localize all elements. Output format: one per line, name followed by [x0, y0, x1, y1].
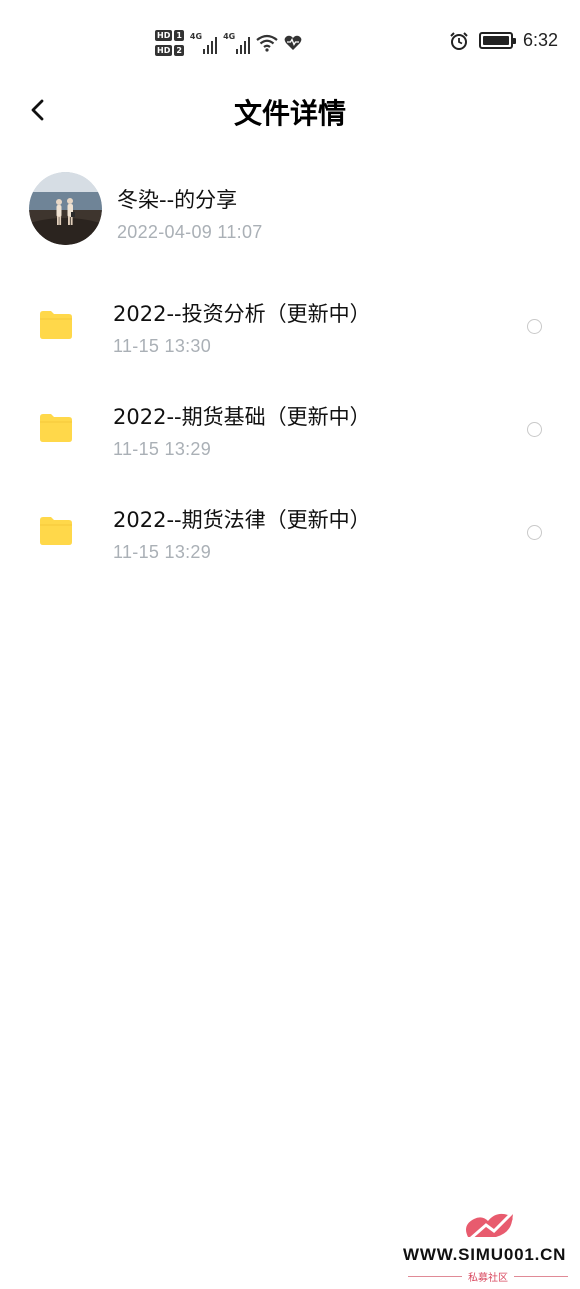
list-item[interactable]: 2022--投资分析（更新中） 11-15 13:30	[0, 280, 580, 383]
network-type-label: 4G	[189, 32, 203, 41]
alarm-icon	[450, 31, 468, 50]
file-name: 2022--期货基础（更新中）	[113, 405, 371, 429]
status-right: 6:32	[449, 30, 558, 51]
wifi-icon	[256, 34, 278, 52]
page-title: 文件详情	[233, 97, 346, 130]
file-name: 2022--投资分析（更新中）	[113, 302, 371, 326]
battery-icon	[478, 32, 516, 49]
file-list: 2022--投资分析（更新中） 11-15 13:30 2022--期货基础（更…	[0, 280, 580, 589]
select-radio[interactable]	[527, 319, 542, 334]
hd-indicator-1: HD 1	[155, 30, 184, 41]
hd-indicator-2: HD 2	[155, 45, 184, 56]
hd-badge: HD	[155, 30, 173, 41]
heart-health-icon	[284, 35, 302, 50]
status-left: HD 1 HD 2 4G 4G	[155, 26, 302, 60]
hd-badge: HD	[155, 45, 173, 56]
divider	[408, 1275, 462, 1277]
status-bar: HD 1 HD 2 4G 4G 6:32	[0, 0, 580, 86]
watermark-logo-icon	[466, 1208, 517, 1241]
page-header: 文件详情	[0, 86, 580, 134]
network-type-label: 4G	[223, 32, 236, 41]
file-timestamp: 11-15 13:29	[113, 439, 212, 459]
folder-icon	[40, 414, 72, 442]
clock-time: 6:32	[522, 30, 558, 50]
list-item[interactable]: 2022--期货法律（更新中） 11-15 13:29	[0, 486, 580, 589]
sharer-name: 冬染--的分享	[117, 188, 238, 212]
file-timestamp: 11-15 13:30	[113, 336, 212, 356]
watermark-subtitle: 私募社区	[468, 1272, 508, 1284]
list-item[interactable]: 2022--期货基础（更新中） 11-15 13:29	[0, 383, 580, 486]
sharer-info: 冬染--的分享 2022-04-09 11:07	[29, 172, 559, 246]
battery-level	[482, 36, 509, 45]
avatar[interactable]	[29, 172, 102, 245]
folder-icon	[40, 311, 72, 339]
signal-icon: 4G	[223, 32, 251, 54]
select-radio[interactable]	[527, 422, 542, 437]
watermark-subtitle-row: 私募社区	[408, 1269, 568, 1284]
signal-icon: 4G	[189, 32, 218, 54]
folder-icon	[40, 517, 72, 545]
hd-sim-number: 2	[174, 45, 184, 56]
file-name: 2022--期货法律（更新中）	[113, 508, 371, 532]
watermark-text: WWW.SIMU001.CN	[403, 1245, 567, 1264]
hd-indicators: HD 1 HD 2	[155, 30, 184, 56]
share-timestamp: 2022-04-09 11:07	[117, 222, 263, 242]
select-radio[interactable]	[527, 525, 542, 540]
hd-sim-number: 1	[174, 30, 184, 41]
divider	[514, 1275, 568, 1277]
file-timestamp: 11-15 13:29	[113, 542, 212, 562]
watermark: WWW.SIMU001.CN 私募社区	[400, 1205, 575, 1285]
